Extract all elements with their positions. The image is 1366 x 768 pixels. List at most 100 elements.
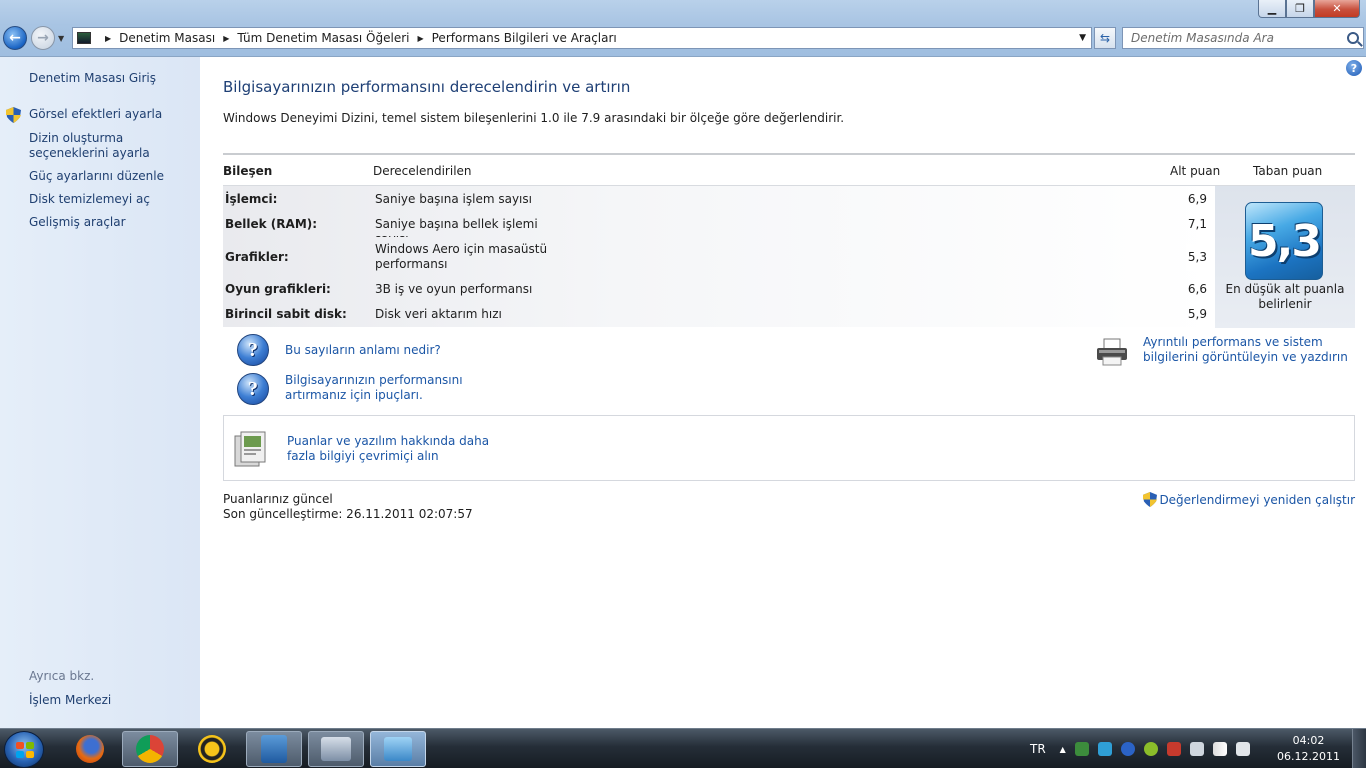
close-button[interactable]: ✕: [1314, 0, 1360, 18]
breadcrumb-all-items[interactable]: Tüm Denetim Masası Öğeleri ▶: [237, 31, 431, 45]
page-title: Bilgisayarınızın performansını derecelen…: [223, 78, 631, 96]
online-info-box: Puanlar ve yazılım hakkında daha fazla b…: [223, 415, 1355, 481]
action-center-flag-icon[interactable]: [1166, 742, 1181, 756]
table-row: Oyun grafikleri: 3B iş ve oyun performan…: [223, 277, 1215, 302]
row-rated: Disk veri aktarım hızı: [375, 307, 502, 321]
lowest-subscore-cell: 5,3: [1186, 244, 1215, 271]
signal-icon[interactable]: [1212, 742, 1227, 756]
chrome-icon: [136, 735, 164, 763]
table-header: Bileşen Derecelendirilen Alt puan Taban …: [223, 153, 1355, 185]
see-also-heading: Ayrıca bkz.: [29, 669, 95, 683]
row-subscore: 6,6: [1187, 282, 1207, 296]
search-icon[interactable]: [1347, 32, 1359, 44]
recent-pages-dropdown[interactable]: ▼: [58, 34, 64, 43]
start-button[interactable]: [4, 731, 44, 768]
windows-logo-icon: [16, 742, 34, 758]
link-performance-tips[interactable]: Bilgisayarınızın performansını artırmanı…: [285, 373, 515, 403]
network-share-icon[interactable]: [1074, 742, 1089, 756]
table-row: İşlemci: Saniye başına işlem sayısı 6,9: [223, 186, 1215, 212]
main-content: ? Bilgisayarınızın performansını derecel…: [200, 57, 1366, 728]
rerun-assessment-link[interactable]: Değerlendirmeyi yeniden çalıştır: [1143, 492, 1355, 507]
sidebar-item-visual-effects[interactable]: Görsel efektleri ayarla: [29, 107, 194, 122]
clock-date: 06.12.2011: [1277, 750, 1340, 763]
sidebar-item-indexing[interactable]: Dizin oluşturma seçeneklerini ayarla: [29, 131, 194, 161]
sidebar-item-advanced-tools[interactable]: Gelişmiş araçlar: [29, 215, 194, 230]
show-hidden-icons-button[interactable]: ▲: [1060, 745, 1066, 754]
breadcrumb-performance[interactable]: Performans Bilgileri ve Araçları: [432, 31, 617, 45]
taskbar: TR ▲ 04:02 06.12.2011: [0, 728, 1366, 768]
search-placeholder: Denetim Masasında Ara: [1131, 31, 1274, 45]
table-body: İşlemci: Saniye başına işlem sayısı 6,9 …: [223, 185, 1355, 328]
sidebar-item-disk-cleanup[interactable]: Disk temizlemeyi aç: [29, 192, 194, 207]
antivirus-icon[interactable]: [1143, 742, 1158, 756]
question-icon: ?: [237, 373, 269, 405]
refresh-button[interactable]: ⇆: [1094, 27, 1116, 49]
taskbar-chrome[interactable]: [122, 731, 178, 767]
row-rated: Windows Aero için masaüstü performansı: [375, 242, 548, 271]
status-last-update: Son güncelleştirme: 26.11.2011 02:07:57: [223, 507, 473, 521]
refresh-icon: ⇆: [1099, 31, 1111, 45]
header-component: Bileşen: [223, 164, 273, 178]
link-what-numbers-mean[interactable]: Bu sayıların anlamı nedir?: [285, 343, 441, 358]
header-rated: Derecelendirilen: [373, 164, 472, 178]
power-icon[interactable]: [1189, 742, 1204, 756]
taskbar-control-panel[interactable]: [370, 731, 426, 767]
control-panel-icon: [384, 737, 412, 761]
row-subscore: 6,9: [1187, 192, 1207, 206]
row-subscore: 7,1: [1187, 217, 1207, 231]
rerun-label: Değerlendirmeyi yeniden çalıştır: [1159, 492, 1355, 507]
volume-icon[interactable]: [1235, 742, 1250, 756]
row-component: Bellek (RAM):: [225, 217, 318, 231]
header-subscore: Alt puan: [1170, 164, 1221, 178]
link-print-details[interactable]: Ayrıntılı performans ve sistem bilgileri…: [1143, 335, 1358, 365]
header-base-score: Taban puan: [1253, 164, 1323, 178]
row-subscore: 5,3: [1187, 250, 1207, 264]
base-score-panel: 5,3 En düşük alt puanla belirlenir: [1215, 186, 1355, 328]
address-bar[interactable]: ▶ Denetim Masası ▶ Tüm Denetim Masası Öğe…: [72, 27, 1092, 49]
breadcrumb-control-panel[interactable]: Denetim Masası ▶: [119, 31, 237, 45]
printer-icon: [1097, 338, 1127, 366]
taskbar-avg[interactable]: [184, 731, 240, 767]
base-score-badge: 5,3: [1245, 202, 1323, 280]
window-controls: ▁ ❐ ✕: [1258, 0, 1360, 18]
maximize-button[interactable]: ❐: [1286, 0, 1314, 18]
minimize-button[interactable]: ▁: [1258, 0, 1286, 18]
row-rated: Saniye başına işlem sayısı: [375, 192, 532, 206]
address-dropdown-icon[interactable]: ▼: [1079, 33, 1086, 43]
control-panel-icon: [77, 32, 91, 44]
help-icon[interactable]: ?: [1346, 60, 1362, 76]
table-row: Bellek (RAM): Saniye başına bellek işlem…: [223, 212, 1215, 246]
table-row: Grafikler: Windows Aero için masaüstü pe…: [223, 237, 1215, 277]
explorer-icon: [261, 735, 287, 763]
sidebar-item-power[interactable]: Güç ayarlarını düzenle: [29, 169, 194, 184]
back-button[interactable]: ←: [3, 26, 27, 50]
base-score-caption: En düşük alt puanla belirlenir: [1225, 282, 1345, 311]
show-desktop-button[interactable]: [1352, 729, 1366, 768]
breadcrumb-label: Tüm Denetim Masası Öğeleri: [237, 31, 410, 45]
breadcrumb-label: Performans Bilgileri ve Araçları: [431, 31, 617, 45]
breadcrumb-label: Denetim Masası: [119, 31, 216, 45]
forward-button[interactable]: →: [31, 26, 55, 50]
software-books-icon: [234, 431, 266, 467]
taskbar-firefox[interactable]: [62, 731, 118, 767]
sidebar-item-action-center[interactable]: İşlem Merkezi: [29, 693, 111, 707]
breadcrumb-root-arrow[interactable]: ▶: [97, 34, 119, 43]
system-tray: TR ▲: [1030, 729, 1250, 768]
clock-time: 04:02: [1292, 734, 1325, 747]
language-indicator[interactable]: TR: [1030, 742, 1046, 756]
window-chrome: ▁ ❐ ✕ ← → ▼ ▶ Denetim Masası ▶ Tüm Deneti…: [0, 0, 1366, 57]
sidebar-item-home[interactable]: Denetim Masası Giriş: [29, 71, 194, 86]
clock[interactable]: 04:02 06.12.2011: [1277, 733, 1340, 765]
search-input[interactable]: Denetim Masasında Ara: [1122, 27, 1364, 49]
users-icon[interactable]: [1097, 742, 1112, 756]
bluetooth-icon[interactable]: [1120, 742, 1135, 756]
row-component: Birincil sabit disk:: [225, 307, 347, 321]
table-row: Birincil sabit disk: Disk veri aktarım h…: [223, 302, 1215, 327]
intro-text: Windows Deneyimi Dizini, temel sistem bi…: [223, 111, 845, 125]
remote-desktop-icon: [321, 737, 351, 761]
row-component: Grafikler:: [225, 250, 289, 264]
taskbar-remote-desktop[interactable]: [308, 731, 364, 767]
taskbar-explorer[interactable]: [246, 731, 302, 767]
navigation-buttons: ← → ▼: [3, 26, 64, 50]
link-online-info[interactable]: Puanlar ve yazılım hakkında daha fazla b…: [287, 434, 507, 464]
